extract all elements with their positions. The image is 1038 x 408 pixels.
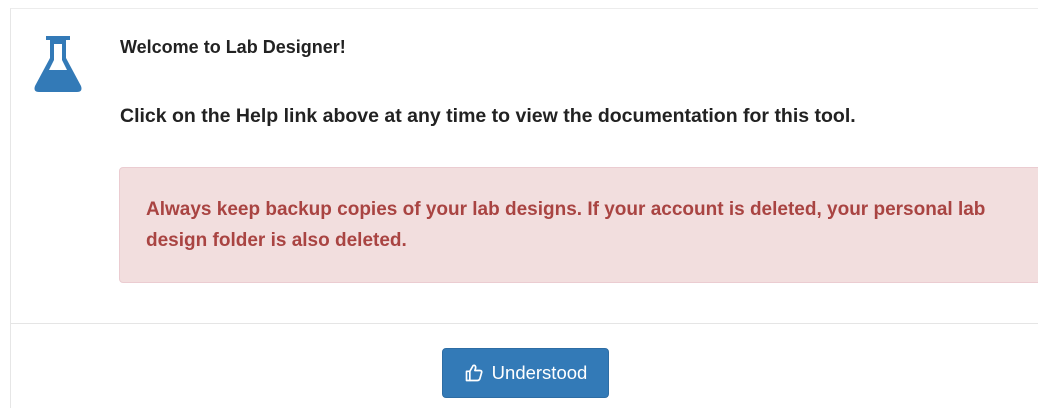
help-instructions: Click on the Help link above at any time… [120,105,856,127]
welcome-dialog: Welcome to Lab Designer! Click on the He… [10,8,1038,408]
understood-button-label: Understood [491,362,588,383]
welcome-heading: Welcome to Lab Designer! [120,37,346,57]
thumbs-up-icon [465,364,483,382]
alert-message: Always keep backup copies of your lab de… [146,199,986,251]
flask-icon [34,36,82,92]
footer-divider [11,323,1038,324]
understood-button[interactable]: Understood [442,348,609,398]
backup-warning-alert: Always keep backup copies of your lab de… [119,167,1038,283]
